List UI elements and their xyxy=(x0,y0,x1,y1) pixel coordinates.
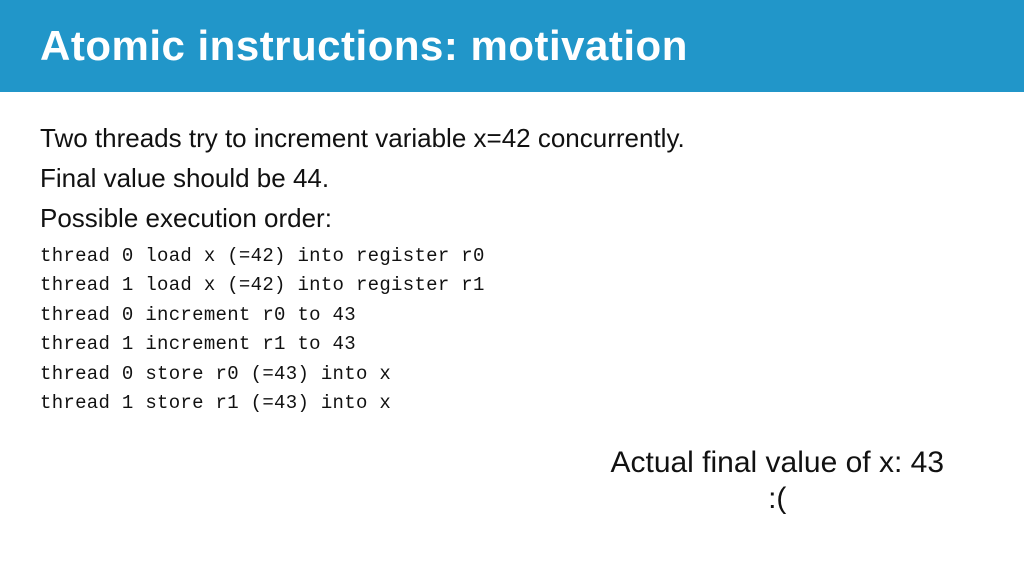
slide-title: Atomic instructions: motivation xyxy=(40,22,688,69)
slide-header: Atomic instructions: motivation xyxy=(0,0,1024,92)
intro-line2: Final value should be 44. xyxy=(40,160,984,196)
code-line-2: thread 1 load x (=42) into register r1 xyxy=(40,271,984,300)
code-block: thread 0 load x (=42) into register r0 t… xyxy=(40,242,984,419)
actual-value-box: Actual final value of x: 43 :( xyxy=(610,446,944,516)
sad-face: :( xyxy=(610,482,944,516)
code-line-5: thread 0 store r0 (=43) into x xyxy=(40,360,984,389)
code-line-6: thread 1 store r1 (=43) into x xyxy=(40,389,984,418)
intro-line1: Two threads try to increment variable x=… xyxy=(40,120,984,156)
code-line-3: thread 0 increment r0 to 43 xyxy=(40,301,984,330)
code-line-1: thread 0 load x (=42) into register r0 xyxy=(40,242,984,271)
slide-content: Two threads try to increment variable x=… xyxy=(0,92,1024,576)
slide: Atomic instructions: motivation Two thre… xyxy=(0,0,1024,576)
section-label: Possible execution order: xyxy=(40,203,984,234)
actual-value-label: Actual final value of x: 43 xyxy=(610,446,944,480)
code-line-4: thread 1 increment r1 to 43 xyxy=(40,330,984,359)
